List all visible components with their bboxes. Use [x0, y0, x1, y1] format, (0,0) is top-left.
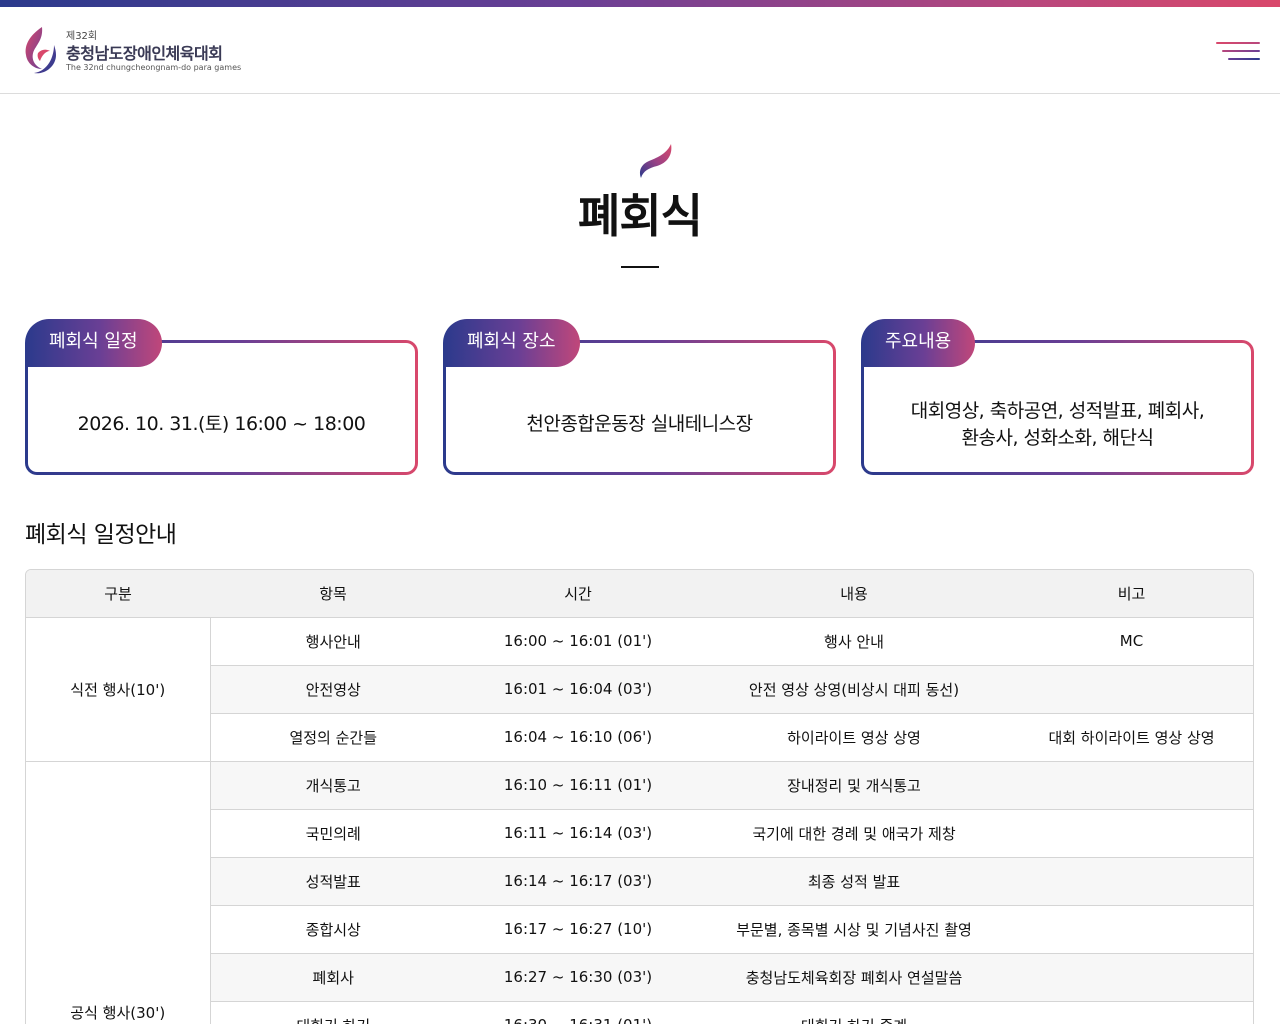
site-logo[interactable]: 제32회 충청남도장애인체육대회 The 32nd chungcheongnam…: [20, 25, 260, 81]
time-cell: 16:04 ~ 16:10 (06'): [456, 713, 700, 762]
card-tag-schedule: 폐회식 일정: [25, 319, 162, 367]
item-cell: 성적발표: [210, 857, 456, 906]
schedule-table: 구분 항목 시간 내용 비고 식전 행사(10') 행사안내 16:00 ~ 1…: [25, 569, 1254, 1024]
card-body-line: 대회영상, 축하공연, 성적발표, 폐회사,: [910, 399, 1205, 422]
note-cell: [1008, 1001, 1253, 1024]
table-row: 국민의례 16:11 ~ 16:14 (03') 국기에 대한 경례 및 애국가…: [26, 809, 1253, 858]
table-row: 대회기 하기 16:30 ~ 16:31 (01') 대회기 하기 중계: [26, 1001, 1253, 1024]
table-row: 폐회사 16:27 ~ 16:30 (03') 충청남도체육회장 폐회사 연설말…: [26, 953, 1253, 1002]
card-tag-program: 주요내용: [861, 319, 976, 367]
card-body-text: 대회영상, 축하공연, 성적발표, 폐회사, 환송사, 성화소화, 해단식: [864, 377, 1251, 472]
time-cell: 16:17 ~ 16:27 (10'): [456, 905, 700, 954]
card-tag-venue: 폐회식 장소: [443, 319, 580, 367]
table-row: 공식 행사(30') 개식통고 16:10 ~ 16:11 (01') 장내정리…: [26, 761, 1253, 1024]
site-header: 제32회 충청남도장애인체육대회 The 32nd chungcheongnam…: [0, 7, 1280, 94]
content-cell: 대회기 하기 중계: [700, 1001, 1008, 1024]
note-cell: 대회 하이라이트 영상 상영: [1008, 713, 1253, 762]
card-body-text: 천안종합운동장 실내테니스장: [526, 413, 753, 435]
column-header: 내용: [700, 570, 1008, 618]
time-cell: 16:11 ~ 16:14 (03'): [456, 809, 700, 858]
item-cell: 국민의례: [210, 809, 456, 858]
table-row: 열정의 순간들 16:04 ~ 16:10 (06') 하이라이트 영상 상영 …: [26, 713, 1253, 762]
time-cell: 16:27 ~ 16:30 (03'): [456, 953, 700, 1002]
item-cell: 대회기 하기: [210, 1001, 456, 1024]
logo-event-name: 충청남도장애인체육대회: [66, 44, 223, 63]
note-cell: [1008, 953, 1253, 1002]
card-body-line: 환송사, 성화소화, 해단식: [961, 426, 1154, 449]
table-row: 종합시상 16:17 ~ 16:27 (10') 부문별, 종목별 시상 및 기…: [26, 905, 1253, 954]
time-cell: 16:10 ~ 16:11 (01'): [456, 761, 700, 810]
note-cell: [1008, 665, 1253, 714]
page-title: 폐회식: [578, 189, 703, 243]
item-cell: 안전영상: [210, 665, 456, 714]
content-cell: 장내정리 및 개식통고: [700, 761, 1008, 810]
column-header: 구분: [26, 570, 210, 618]
group-cell: 공식 행사(30'): [26, 761, 211, 1024]
content-cell: 충청남도체육회장 폐회사 연설말씀: [700, 953, 1008, 1002]
table-header-row: 구분 항목 시간 내용 비고: [26, 570, 1253, 618]
note-cell: MC: [1008, 617, 1253, 666]
top-gradient-bar: [0, 0, 1280, 7]
menu-line: [1222, 50, 1260, 52]
item-cell: 열정의 순간들: [210, 713, 456, 762]
menu-line: [1216, 42, 1260, 44]
time-cell: 16:30 ~ 16:31 (01'): [456, 1001, 700, 1024]
column-header: 비고: [1008, 570, 1253, 618]
schedule-section-title: 폐회식 일정안내: [25, 522, 177, 548]
hamburger-menu-icon[interactable]: [1216, 39, 1260, 63]
note-cell: [1008, 809, 1253, 858]
logo-english-name: The 32nd chungcheongnam-do para games: [66, 63, 242, 72]
note-cell: [1008, 857, 1253, 906]
column-header: 시간: [456, 570, 700, 618]
table-row: 안전영상 16:01 ~ 16:04 (03') 안전 영상 상영(비상시 대피…: [26, 665, 1253, 714]
table-row: 식전 행사(10') 행사안내 16:00 ~ 16:01 (01') 행사 안…: [26, 617, 1253, 762]
item-cell: 개식통고: [210, 761, 456, 810]
content-cell: 부문별, 종목별 시상 및 기념사진 촬영: [700, 905, 1008, 954]
content-cell: 행사 안내: [700, 617, 1008, 666]
time-cell: 16:00 ~ 16:01 (01'): [456, 617, 700, 666]
item-cell: 종합시상: [210, 905, 456, 954]
note-cell: [1008, 905, 1253, 954]
content-cell: 국기에 대한 경례 및 애국가 제창: [700, 809, 1008, 858]
content-cell: 최종 성적 발표: [700, 857, 1008, 906]
title-flame-icon: [639, 144, 672, 178]
table-row: 성적발표 16:14 ~ 16:17 (03') 최종 성적 발표: [26, 857, 1253, 906]
time-cell: 16:14 ~ 16:17 (03'): [456, 857, 700, 906]
content-cell: 하이라이트 영상 상영: [700, 713, 1008, 762]
time-cell: 16:01 ~ 16:04 (03'): [456, 665, 700, 714]
title-divider: [621, 266, 659, 268]
menu-line: [1228, 58, 1260, 60]
column-header: 항목: [210, 570, 456, 618]
group-cell: 식전 행사(10'): [26, 617, 211, 762]
item-cell: 행사안내: [210, 617, 456, 666]
flame-logo-icon: [25, 27, 56, 74]
item-cell: 폐회사: [210, 953, 456, 1002]
content-cell: 안전 영상 상영(비상시 대피 동선): [700, 665, 1008, 714]
note-cell: [1008, 761, 1253, 810]
card-body-text: 2026. 10. 31.(토) 16:00 ~ 18:00: [77, 413, 366, 435]
